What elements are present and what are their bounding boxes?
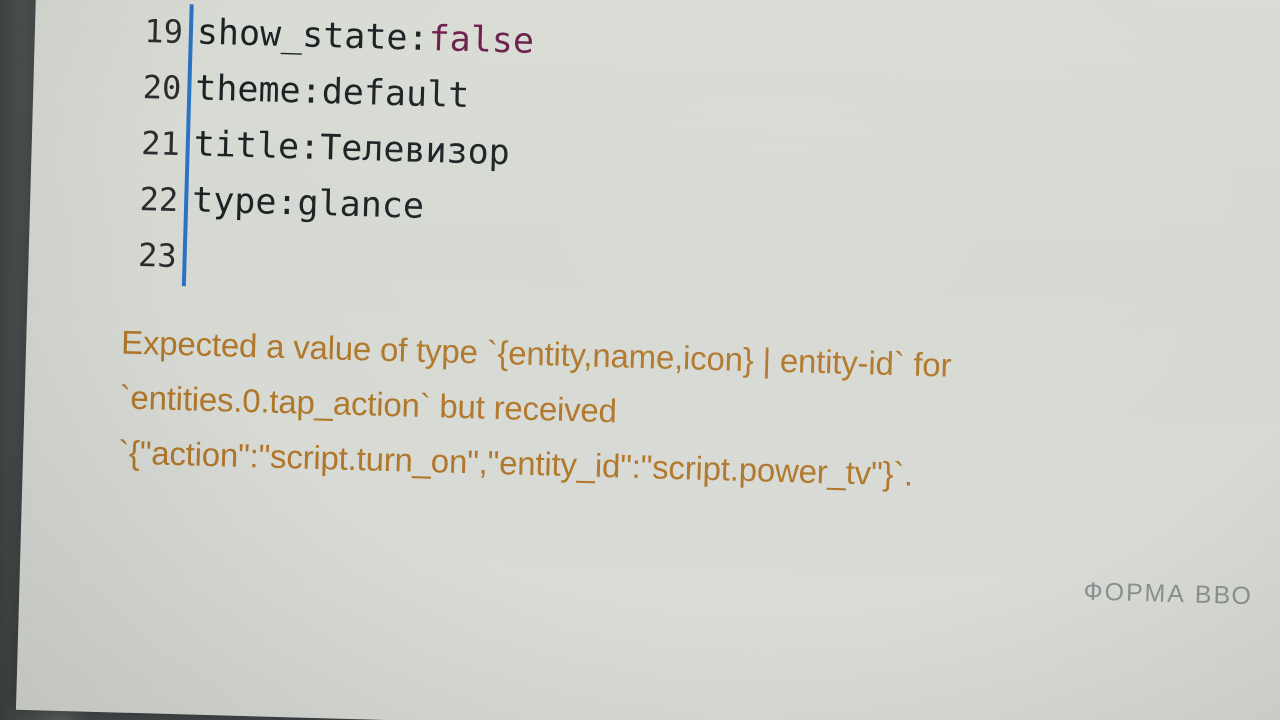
yaml-key: theme — [194, 68, 302, 112]
yaml-value: false — [428, 18, 535, 62]
yaml-key: title — [193, 124, 300, 168]
line-number: 21 — [140, 123, 181, 164]
code-line-empty[interactable]: 23 — [124, 227, 192, 285]
line-number: 20 — [142, 68, 182, 108]
line-number: 23 — [137, 235, 178, 275]
yaml-colon: : — [406, 18, 430, 59]
yaml-value: glance — [297, 183, 425, 227]
line-number: 19 — [143, 12, 184, 52]
form-editor-toggle-button[interactable]: ФОРМА ВВО — [1083, 577, 1253, 611]
yaml-colon: : — [300, 71, 323, 112]
yaml-colon: : — [298, 127, 321, 168]
yaml-colon: : — [275, 182, 299, 224]
validation-error-message: Expected a value of type `{entity,name,i… — [117, 314, 1111, 507]
card-editor-panel: 19 show_state: false 20 theme: default 2… — [15, 0, 1280, 720]
photo-of-monitor: 19 show_state: false 20 theme: default 2… — [0, 0, 1280, 720]
yaml-value: default — [321, 71, 470, 117]
code-line[interactable]: 20 theme: default — [129, 59, 470, 124]
yaml-value: Телевизор — [319, 127, 511, 174]
yaml-key: show_state — [196, 12, 409, 59]
line-number: 22 — [139, 179, 179, 220]
yaml-code-editor[interactable]: 19 show_state: false 20 theme: default 2… — [124, 3, 731, 295]
code-line[interactable]: 22 type: glance — [125, 171, 424, 235]
yaml-key: type — [191, 180, 278, 223]
